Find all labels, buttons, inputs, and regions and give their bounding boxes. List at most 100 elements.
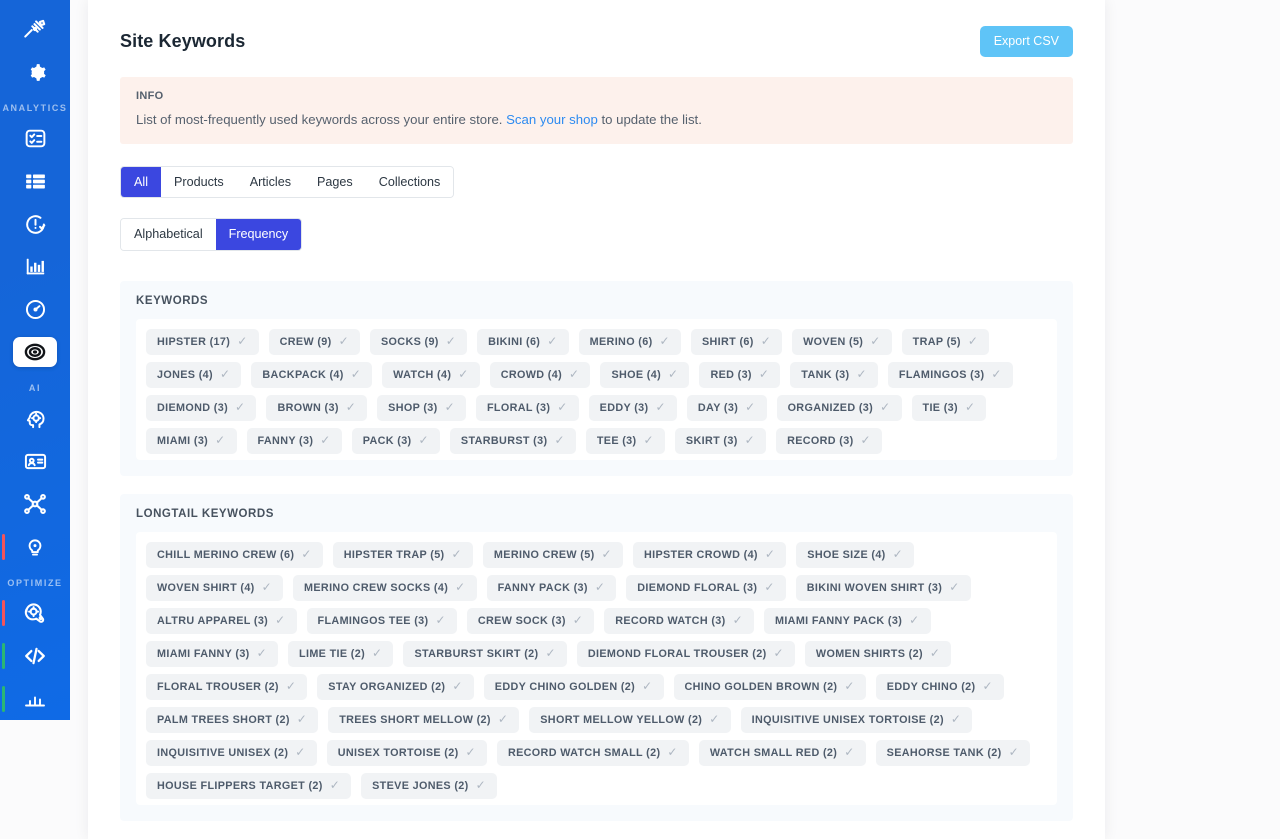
keyword-tag[interactable]: WOMEN SHIRTS (2) ✓ xyxy=(804,640,952,667)
check-icon[interactable]: ✓ xyxy=(667,746,677,758)
keyword-tag[interactable]: EDDY (3) ✓ xyxy=(588,394,677,421)
keyword-tag[interactable]: EDDY CHINO GOLDEN (2) ✓ xyxy=(483,673,664,700)
sidebar-item-reports[interactable] xyxy=(13,251,57,282)
sidebar-item-speed[interactable] xyxy=(13,294,57,325)
check-icon[interactable]: ✓ xyxy=(759,368,769,380)
sort-tab-frequency[interactable]: Frequency xyxy=(215,219,302,250)
check-icon[interactable]: ✓ xyxy=(435,614,445,626)
sidebar-item-optimize-code[interactable] xyxy=(2,641,57,672)
keyword-tag[interactable]: SHOE (4) ✓ xyxy=(600,361,690,388)
keyword-tag[interactable]: BIKINI (6) ✓ xyxy=(477,328,569,355)
sidebar-item-keywords[interactable] xyxy=(13,336,57,368)
check-icon[interactable]: ✓ xyxy=(554,434,564,446)
check-icon[interactable]: ✓ xyxy=(351,368,361,380)
check-icon[interactable]: ✓ xyxy=(861,434,871,446)
keyword-tag[interactable]: TRAP (5) ✓ xyxy=(901,328,990,355)
check-icon[interactable]: ✓ xyxy=(215,434,225,446)
keyword-tag[interactable]: DIEMOND (3) ✓ xyxy=(146,394,257,421)
tab-pages[interactable]: Pages xyxy=(304,166,366,198)
tab-articles[interactable]: Articles xyxy=(236,166,304,198)
tab-all[interactable]: All xyxy=(121,166,161,198)
check-icon[interactable]: ✓ xyxy=(295,746,305,758)
sidebar-item-settings[interactable] xyxy=(13,57,57,88)
keyword-tag[interactable]: MERINO CREW (5) ✓ xyxy=(482,541,623,568)
keyword-tag[interactable]: RED (3) ✓ xyxy=(699,361,781,388)
keyword-tag[interactable]: WATCH SMALL RED (2) ✓ xyxy=(698,739,866,766)
keyword-tag[interactable]: SHOE SIZE (4) ✓ xyxy=(796,541,915,568)
check-icon[interactable]: ✓ xyxy=(476,779,486,791)
keyword-tag[interactable]: ORGANIZED (3) ✓ xyxy=(776,394,902,421)
check-icon[interactable]: ✓ xyxy=(1009,746,1019,758)
sidebar-item-tools[interactable] xyxy=(13,14,57,45)
keyword-tag[interactable]: CHILL MERINO CREW (6) ✓ xyxy=(146,541,323,568)
check-icon[interactable]: ✓ xyxy=(968,335,978,347)
keyword-tag[interactable]: RECORD (3) ✓ xyxy=(776,427,882,454)
check-icon[interactable]: ✓ xyxy=(870,335,880,347)
keyword-tag[interactable]: EDDY CHINO (2) ✓ xyxy=(875,673,1004,700)
keyword-tag[interactable]: TANK (3) ✓ xyxy=(790,361,878,388)
keyword-tag[interactable]: FLORAL (3) ✓ xyxy=(475,394,579,421)
check-icon[interactable]: ✓ xyxy=(452,548,462,560)
check-icon[interactable]: ✓ xyxy=(668,368,678,380)
check-icon[interactable]: ✓ xyxy=(275,614,285,626)
keyword-tag[interactable]: FLAMINGOS (3) ✓ xyxy=(887,361,1013,388)
keyword-tag[interactable]: CREW (9) ✓ xyxy=(268,328,360,355)
check-icon[interactable]: ✓ xyxy=(733,614,743,626)
check-icon[interactable]: ✓ xyxy=(466,746,476,758)
keyword-tag[interactable]: INQUISITIVE UNISEX (2) ✓ xyxy=(146,739,317,766)
check-icon[interactable]: ✓ xyxy=(949,581,959,593)
keyword-tag[interactable]: STEVE JONES (2) ✓ xyxy=(361,772,497,799)
tab-collections[interactable]: Collections xyxy=(365,166,454,198)
sidebar-item-list[interactable] xyxy=(13,166,57,197)
sidebar-item-optimize-more[interactable] xyxy=(2,683,57,714)
check-icon[interactable]: ✓ xyxy=(991,368,1001,380)
check-icon[interactable]: ✓ xyxy=(844,680,854,692)
check-icon[interactable]: ✓ xyxy=(893,548,903,560)
keyword-tag[interactable]: RECORD WATCH (3) ✓ xyxy=(604,607,754,634)
check-icon[interactable]: ✓ xyxy=(220,368,230,380)
keyword-tag[interactable]: LIME TIE (2) ✓ xyxy=(288,640,394,667)
check-icon[interactable]: ✓ xyxy=(346,401,356,413)
keyword-tag[interactable]: TIE (3) ✓ xyxy=(911,394,987,421)
check-icon[interactable]: ✓ xyxy=(909,614,919,626)
keyword-tag[interactable]: DIEMOND FLORAL (3) ✓ xyxy=(626,574,786,601)
check-icon[interactable]: ✓ xyxy=(339,335,349,347)
keyword-tag[interactable]: CHINO GOLDEN BROWN (2) ✓ xyxy=(673,673,866,700)
check-icon[interactable]: ✓ xyxy=(764,581,774,593)
check-icon[interactable]: ✓ xyxy=(286,680,296,692)
sidebar-item-optimize-settings[interactable] xyxy=(2,598,57,629)
keyword-tag[interactable]: BIKINI WOVEN SHIRT (3) ✓ xyxy=(795,574,971,601)
check-icon[interactable]: ✓ xyxy=(446,335,456,347)
keyword-tag[interactable]: DAY (3) ✓ xyxy=(686,394,767,421)
keyword-tag[interactable]: SOCKS (9) ✓ xyxy=(370,328,468,355)
sidebar-item-ai-brain[interactable] xyxy=(13,403,57,434)
check-icon[interactable]: ✓ xyxy=(237,335,247,347)
keyword-tag[interactable]: HIPSTER TRAP (5) ✓ xyxy=(332,541,473,568)
check-icon[interactable]: ✓ xyxy=(301,548,311,560)
keyword-tag[interactable]: WATCH (4) ✓ xyxy=(382,361,480,388)
check-icon[interactable]: ✓ xyxy=(844,746,854,758)
check-icon[interactable]: ✓ xyxy=(765,548,775,560)
check-icon[interactable]: ✓ xyxy=(569,368,579,380)
keyword-tag[interactable]: STARBURST (3) ✓ xyxy=(449,427,576,454)
check-icon[interactable]: ✓ xyxy=(372,647,382,659)
keyword-tag[interactable]: STARBURST SKIRT (2) ✓ xyxy=(403,640,567,667)
check-icon[interactable]: ✓ xyxy=(557,401,567,413)
sort-tab-alphabetical[interactable]: Alphabetical xyxy=(121,219,216,250)
sidebar-item-ai-insights[interactable] xyxy=(2,531,57,562)
check-icon[interactable]: ✓ xyxy=(330,779,340,791)
keyword-tag[interactable]: RECORD WATCH SMALL (2) ✓ xyxy=(496,739,689,766)
check-icon[interactable]: ✓ xyxy=(445,401,455,413)
keyword-tag[interactable]: UNISEX TORTOISE (2) ✓ xyxy=(326,739,487,766)
keyword-tag[interactable]: BROWN (3) ✓ xyxy=(266,394,368,421)
check-icon[interactable]: ✓ xyxy=(262,581,272,593)
check-icon[interactable]: ✓ xyxy=(982,680,992,692)
check-icon[interactable]: ✓ xyxy=(498,713,508,725)
keyword-tag[interactable]: STAY ORGANIZED (2) ✓ xyxy=(317,673,474,700)
keyword-tag[interactable]: FANNY (3) ✓ xyxy=(246,427,342,454)
keyword-tag[interactable]: HIPSTER (17) ✓ xyxy=(146,328,259,355)
check-icon[interactable]: ✓ xyxy=(297,713,307,725)
check-icon[interactable]: ✓ xyxy=(856,368,866,380)
keyword-tag[interactable]: FLAMINGOS TEE (3) ✓ xyxy=(306,607,457,634)
check-icon[interactable]: ✓ xyxy=(602,548,612,560)
